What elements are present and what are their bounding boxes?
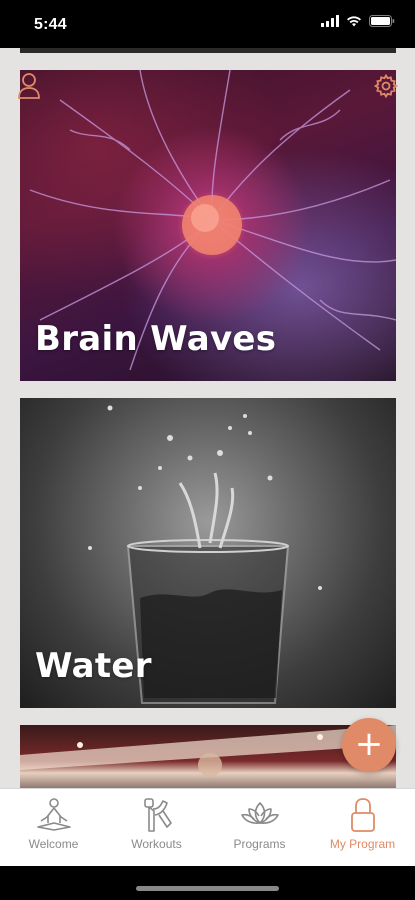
- tab-my-program[interactable]: My Program: [311, 789, 414, 867]
- tab-label: My Program: [329, 837, 396, 851]
- program-list[interactable]: Brain Waves Water: [0, 48, 415, 788]
- padlock-icon: [350, 798, 375, 832]
- wifi-icon: [347, 16, 361, 27]
- tab-label: Programs: [233, 837, 286, 851]
- program-card-brain-waves[interactable]: Brain Waves: [20, 70, 396, 381]
- status-icons: [321, 15, 395, 27]
- add-button[interactable]: +: [342, 718, 396, 772]
- battery-icon: [369, 15, 395, 27]
- card-title: Brain Waves: [35, 319, 277, 359]
- card-title: Water: [35, 646, 152, 686]
- card-image-concert: [20, 725, 396, 788]
- home-indicator[interactable]: [136, 886, 279, 891]
- hand-grip-icon: [143, 798, 172, 832]
- status-time: 5:44: [34, 16, 67, 33]
- program-card-water[interactable]: Water: [20, 398, 396, 708]
- tab-programs[interactable]: Programs: [208, 789, 311, 867]
- program-card-partial[interactable]: [20, 725, 396, 788]
- signal-icon: [321, 15, 339, 27]
- lotus-icon: [240, 802, 279, 824]
- user-outline-icon[interactable]: [17, 72, 41, 100]
- tab-welcome[interactable]: Welcome: [2, 789, 105, 867]
- status-bar: 5:44: [0, 0, 415, 48]
- meditation-icon: [36, 798, 71, 831]
- tab-label: Welcome: [28, 837, 79, 851]
- home-indicator-area: [0, 866, 415, 900]
- tab-workouts[interactable]: Workouts: [105, 789, 208, 867]
- plus-icon: +: [354, 723, 384, 764]
- top-divider: [20, 48, 396, 53]
- tab-label: Workouts: [131, 837, 182, 851]
- gear-icon[interactable]: [374, 74, 398, 98]
- tab-bar: Welcome Workouts Programs My Program: [0, 788, 415, 866]
